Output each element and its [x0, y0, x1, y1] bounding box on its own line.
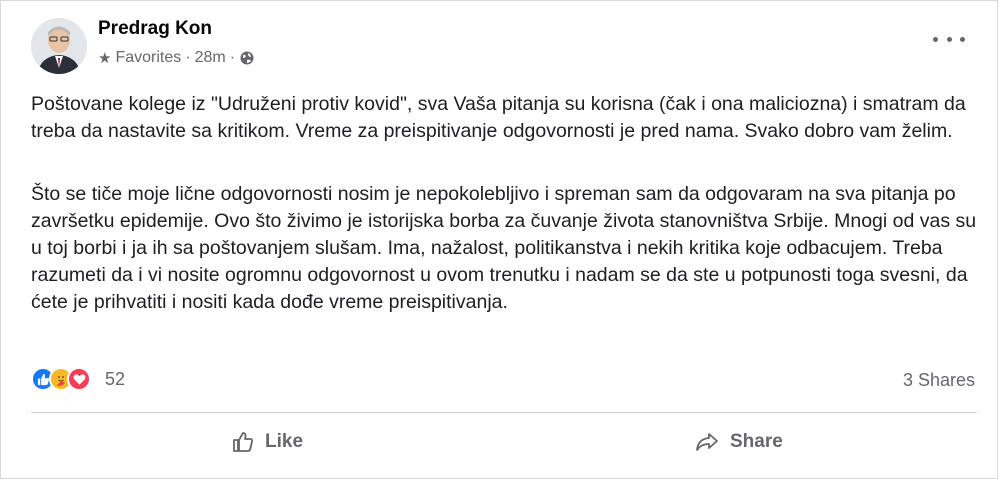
- dot-icon: [946, 36, 952, 42]
- dot-icon: [933, 36, 938, 42]
- post-text-paragraph: Što se tiče moje lične odgovornosti nosi…: [31, 183, 977, 313]
- profile-photo: [31, 18, 87, 74]
- post-text-paragraph: Poštovane kolege iz "Udruženi protiv kov…: [31, 93, 966, 142]
- like-button[interactable]: Like: [231, 425, 303, 459]
- meta-separator-2: ·: [229, 49, 236, 66]
- reaction-count[interactable]: 52: [105, 369, 125, 390]
- author-name[interactable]: Predrag Kon: [98, 18, 212, 40]
- more-options-icon[interactable]: [933, 29, 965, 49]
- reactions-summary[interactable]: 52: [31, 367, 125, 391]
- post-meta: ★ Favorites · 28m ·: [98, 49, 255, 67]
- share-arrow-icon: [696, 433, 718, 451]
- shares-count[interactable]: 3 Shares: [903, 370, 975, 391]
- star-icon: ★: [98, 50, 112, 67]
- dot-icon: [960, 36, 965, 42]
- share-button[interactable]: Share: [694, 425, 783, 459]
- audience-label[interactable]: Favorites: [115, 49, 181, 67]
- action-divider: [31, 412, 977, 413]
- share-label: Share: [730, 431, 783, 452]
- love-icon: [67, 367, 91, 391]
- meta-separator: ·: [185, 49, 191, 66]
- post-card: Predrag Kon ★ Favorites · 28m · Poštovan…: [0, 0, 998, 479]
- thumbs-up-icon: [233, 432, 253, 452]
- avatar[interactable]: [31, 18, 87, 74]
- like-label: Like: [265, 431, 304, 452]
- globe-icon[interactable]: [239, 50, 255, 66]
- timestamp[interactable]: 28m: [195, 49, 226, 67]
